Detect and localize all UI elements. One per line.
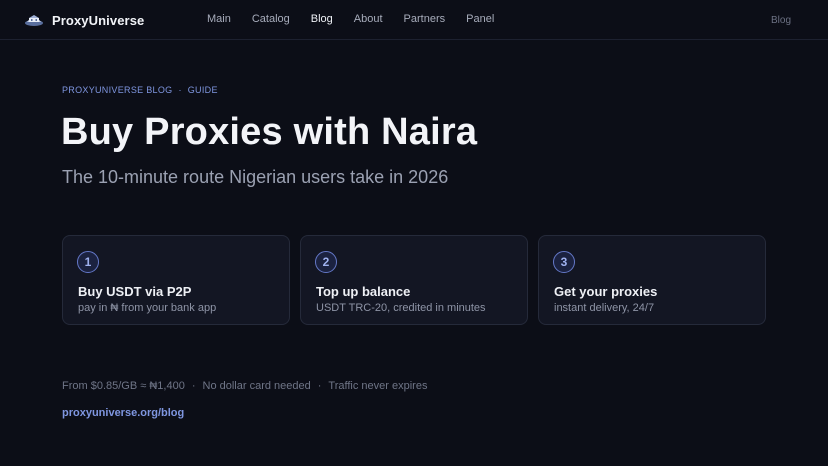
step-card-2: 2 Top up balance USDT TRC-20, credited i…	[300, 235, 528, 325]
eyebrow-section: PROXYUNIVERSE BLOG	[62, 85, 173, 95]
step-card-3: 3 Get your proxies instant delivery, 24/…	[538, 235, 766, 325]
step-number-badge: 3	[553, 251, 575, 273]
fact-separator: ·	[317, 380, 322, 392]
facts-row: From $0.85/GB ≈ ₦1,400 · No dollar card …	[62, 380, 427, 392]
step-description: pay in ₦ from your bank app	[78, 302, 217, 314]
page-title: Buy Proxies with Naira	[61, 111, 478, 153]
fact-no-card: No dollar card needed	[202, 380, 311, 392]
top-navigation-bar: ProxyUniverse Main Catalog Blog About Pa…	[0, 0, 828, 40]
nav-item-about[interactable]: About	[354, 13, 383, 25]
main-nav: Main Catalog Blog About Partners Panel	[207, 13, 494, 25]
step-title: Top up balance	[316, 284, 411, 299]
blog-link-right[interactable]: Blog	[771, 15, 791, 26]
step-description: instant delivery, 24/7	[554, 302, 655, 314]
step-number-badge: 1	[77, 251, 99, 273]
fact-price: From $0.85/GB ≈ ₦1,400	[62, 380, 185, 392]
blog-url-link[interactable]: proxyuniverse.org/blog	[62, 407, 184, 419]
nav-item-partners[interactable]: Partners	[404, 13, 446, 25]
step-title: Get your proxies	[554, 284, 658, 299]
eyebrow-tag: GUIDE	[187, 85, 218, 95]
nav-item-main[interactable]: Main	[207, 13, 231, 25]
nav-item-catalog[interactable]: Catalog	[252, 13, 290, 25]
brand[interactable]: ProxyUniverse	[24, 11, 144, 29]
step-title: Buy USDT via P2P	[78, 284, 192, 299]
step-card-1: 1 Buy USDT via P2P pay in ₦ from your ba…	[62, 235, 290, 325]
nav-item-blog[interactable]: Blog	[311, 13, 333, 25]
nav-item-panel[interactable]: Panel	[466, 13, 494, 25]
step-number-badge: 2	[315, 251, 337, 273]
page-subtitle: The 10-minute route Nigerian users take …	[62, 167, 449, 187]
brand-name: ProxyUniverse	[52, 12, 145, 28]
steps-list: 1 Buy USDT via P2P pay in ₦ from your ba…	[62, 235, 766, 325]
fact-separator: ·	[191, 380, 196, 392]
fact-traffic: Traffic never expires	[328, 380, 428, 392]
eyebrow-separator: ·	[178, 85, 182, 95]
eyebrow: PROXYUNIVERSE BLOG · GUIDE	[62, 85, 218, 95]
proxyuniverse-logo-icon	[24, 11, 44, 29]
step-description: USDT TRC-20, credited in minutes	[316, 302, 486, 314]
